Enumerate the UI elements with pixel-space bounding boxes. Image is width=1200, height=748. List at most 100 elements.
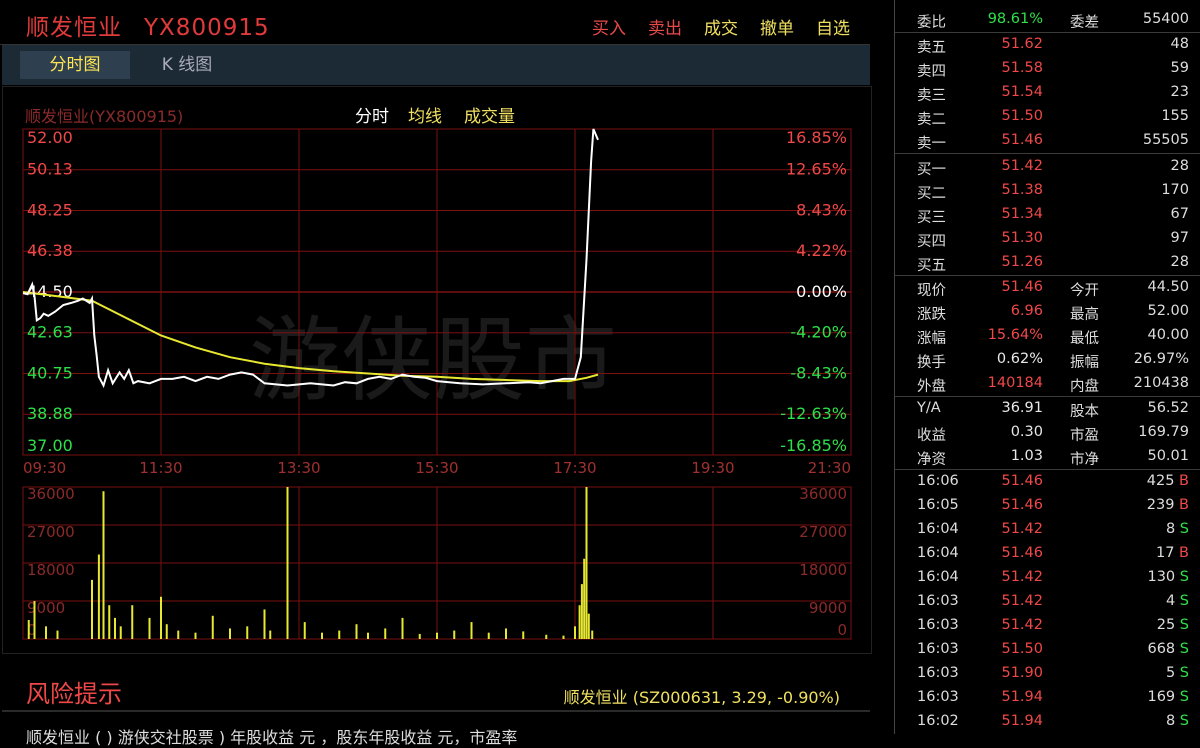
quote-row: 涨跌 6.96 最高 52.00 — [895, 300, 1200, 324]
ask-price: 51.50 — [1001, 108, 1043, 124]
ask-row: 卖二 51.50 155 — [895, 105, 1200, 129]
divider — [895, 153, 1200, 154]
tick-row: 16:03 51.90 5 S — [895, 662, 1200, 686]
tick-volume: 130 S — [1147, 569, 1189, 585]
ask-row: 卖五 51.62 48 — [895, 33, 1200, 57]
tick-side: S — [1179, 521, 1189, 537]
top-bar: 顺发恒业 YX800915 买入 卖出 成交 撤单 自选 — [0, 0, 870, 45]
legend-avg: 均线 — [408, 107, 442, 127]
price-tick-label: 52.00 — [27, 128, 73, 147]
tick-price: 51.46 — [1001, 545, 1043, 561]
divider — [2, 710, 870, 712]
weicha-value: 55400 — [1142, 11, 1189, 27]
tick-volume: 668 S — [1147, 641, 1189, 657]
ask-volume: 55505 — [1142, 132, 1189, 148]
tick-row: 16:03 51.42 25 S — [895, 614, 1200, 638]
bid-volume: 28 — [1170, 158, 1189, 174]
quote-value: 51.46 — [1001, 279, 1043, 295]
quote-row: 换手 0.62% 振幅 26.97% — [895, 348, 1200, 372]
ask-label: 卖四 — [917, 64, 946, 80]
tick-row: 16:04 51.42 8 S — [895, 518, 1200, 542]
tick-side: S — [1179, 689, 1189, 705]
chart-tab-bar: 分时图 K 线图 — [2, 45, 870, 85]
volume-tick-label: 27000 — [799, 523, 847, 541]
tick-volume-value: 4 — [1165, 593, 1180, 609]
ask-label: 卖五 — [917, 40, 946, 56]
tab-timeshare[interactable]: 分时图 — [20, 51, 130, 79]
bid-price: 51.42 — [1001, 158, 1043, 174]
ask-label: 卖二 — [917, 112, 946, 128]
tick-side: S — [1179, 713, 1189, 729]
trade-button[interactable]: 成交 — [704, 19, 738, 39]
tick-price: 51.42 — [1001, 593, 1043, 609]
time-tick-label: 19:30 — [691, 459, 734, 477]
weicha-label: 委差 — [1070, 15, 1099, 31]
risk-title: 风险提示 — [26, 680, 122, 708]
fundamental-label: 市净 — [1070, 452, 1099, 468]
tick-price: 51.42 — [1001, 569, 1043, 585]
bid-price: 51.30 — [1001, 230, 1043, 246]
tick-time: 16:06 — [917, 473, 959, 489]
quote-value: 44.50 — [1147, 279, 1189, 295]
fundamental-value: 169.79 — [1138, 424, 1189, 440]
buy-button[interactable]: 买入 — [592, 19, 626, 39]
fundamental-row: Y/A 36.91 股本 56.52 — [895, 397, 1200, 421]
percent-tick-label: -8.43% — [790, 364, 847, 383]
bid-label: 买二 — [917, 186, 946, 202]
tick-time: 16:03 — [917, 617, 959, 633]
cancel-order-button[interactable]: 撤单 — [760, 19, 794, 39]
tick-volume: 25 S — [1157, 617, 1189, 633]
related-quote[interactable]: 顺发恒业 (SZ000631, 3.29, -0.90%) — [564, 684, 840, 708]
tick-row: 16:03 51.42 4 S — [895, 590, 1200, 614]
volume-tick-label: 9000 — [27, 599, 65, 617]
tick-side: S — [1179, 569, 1189, 585]
sell-button[interactable]: 卖出 — [648, 19, 682, 39]
percent-tick-label: 8.43% — [796, 201, 847, 220]
price-tick-label: 48.25 — [27, 201, 73, 220]
quote-label: 最低 — [1070, 331, 1099, 347]
ask-label: 卖三 — [917, 88, 946, 104]
percent-tick-label: 16.85% — [786, 128, 847, 147]
tick-side: S — [1179, 593, 1189, 609]
fundamental-label: 净资 — [917, 452, 946, 468]
bid-volume: 67 — [1170, 206, 1189, 222]
chart-panel: 游侠股市 52.00 50.13 48.25 46.38 44.50 42.63 40.75… — [2, 86, 872, 654]
tick-volume: 8 S — [1166, 521, 1189, 537]
tab-kline[interactable]: K 线图 — [137, 51, 237, 79]
ask-row: 卖三 51.54 23 — [895, 81, 1200, 105]
weibi-row: 委比 98.61% 委差 55400 — [895, 8, 1200, 32]
quote-panel: 委比 98.61% 委差 55400 卖五 51.62 48 卖四 51.58 59 卖三 5… — [894, 0, 1200, 734]
tick-row: 16:02 51.94 8 S — [895, 710, 1200, 734]
tick-time: 16:03 — [917, 593, 959, 609]
percent-tick-label: 4.22% — [796, 241, 847, 260]
quote-label: 外盘 — [917, 379, 946, 395]
quote-label: 最高 — [1070, 307, 1099, 323]
time-tick-label: 11:30 — [139, 459, 182, 477]
weibi-value: 98.61% — [987, 11, 1043, 27]
tick-price: 51.46 — [1001, 497, 1043, 513]
tick-volume-value: 668 — [1147, 641, 1180, 657]
ask-volume: 23 — [1170, 84, 1189, 100]
quote-label: 涨跌 — [917, 307, 946, 323]
percent-tick-label: 0.00% — [796, 282, 847, 301]
quote-value: 6.96 — [1010, 303, 1043, 319]
tick-volume: 8 S — [1166, 713, 1189, 729]
tick-volume: 4 S — [1166, 593, 1189, 609]
time-tick-label: 13:30 — [277, 459, 320, 477]
ask-row: 卖四 51.58 59 — [895, 57, 1200, 81]
tick-volume-value: 8 — [1165, 713, 1180, 729]
fundamental-value: 0.30 — [1010, 424, 1043, 440]
tick-row: 16:03 51.50 668 S — [895, 638, 1200, 662]
percent-tick-label: -12.63% — [780, 404, 847, 423]
stock-title: 顺发恒业 YX800915 — [26, 8, 270, 42]
bid-row: 买三 51.34 67 — [895, 203, 1200, 227]
tick-volume-value: 25 — [1156, 617, 1180, 633]
ask-volume: 59 — [1170, 60, 1189, 76]
bid-label: 买四 — [917, 234, 946, 250]
quote-row: 涨幅 15.64% 最低 40.00 — [895, 324, 1200, 348]
fundamental-value: 36.91 — [1001, 400, 1043, 416]
time-tick-label: 17:30 — [553, 459, 596, 477]
fundamental-label: 股本 — [1070, 404, 1099, 420]
volume-tick-label: 18000 — [27, 561, 75, 579]
watchlist-button[interactable]: 自选 — [816, 19, 850, 39]
